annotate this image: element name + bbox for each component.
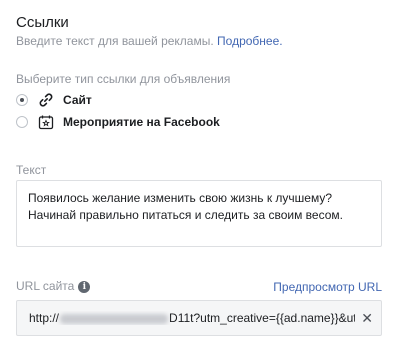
option-label-event: Мероприятие на Facebook — [63, 115, 220, 129]
url-field-label-wrap: URL сайта i — [16, 279, 91, 293]
section-description: Введите текст для вашей рекламы. Подробн… — [16, 34, 283, 48]
close-icon[interactable]: ✕ — [361, 310, 373, 327]
url-preview-link[interactable]: Предпросмотр URL — [273, 280, 382, 294]
url-prefix: http:// — [29, 311, 60, 325]
link-icon — [38, 92, 54, 108]
text-field-label: Текст — [16, 163, 47, 177]
radio-event[interactable] — [16, 116, 28, 128]
url-value: http:// D11t?utm_creative={{ad.name}}&utm… — [29, 311, 355, 325]
radio-website[interactable] — [16, 94, 28, 106]
link-type-label: Выберите тип ссылки для объявления — [16, 72, 231, 86]
redacted-url-part — [60, 313, 169, 324]
website-url-input[interactable]: http:// D11t?utm_creative={{ad.name}}&utm… — [16, 300, 382, 336]
event-icon — [38, 114, 54, 130]
description-text: Введите текст для вашей рекламы. — [16, 34, 214, 48]
url-field-label: URL сайта — [16, 279, 75, 293]
learn-more-link[interactable]: Подробнее. — [217, 34, 283, 48]
info-icon[interactable]: i — [78, 280, 91, 293]
url-suffix: D11t?utm_creative={{ad.name}}&utm_ — [169, 311, 356, 325]
ad-text-input[interactable]: Появилось желание изменить свою жизнь к … — [16, 180, 382, 247]
option-label-website: Сайт — [63, 93, 92, 107]
link-type-option-event[interactable]: Мероприятие на Facebook — [16, 112, 220, 132]
section-title: Ссылки — [16, 14, 69, 31]
link-type-option-website[interactable]: Сайт — [16, 90, 92, 110]
